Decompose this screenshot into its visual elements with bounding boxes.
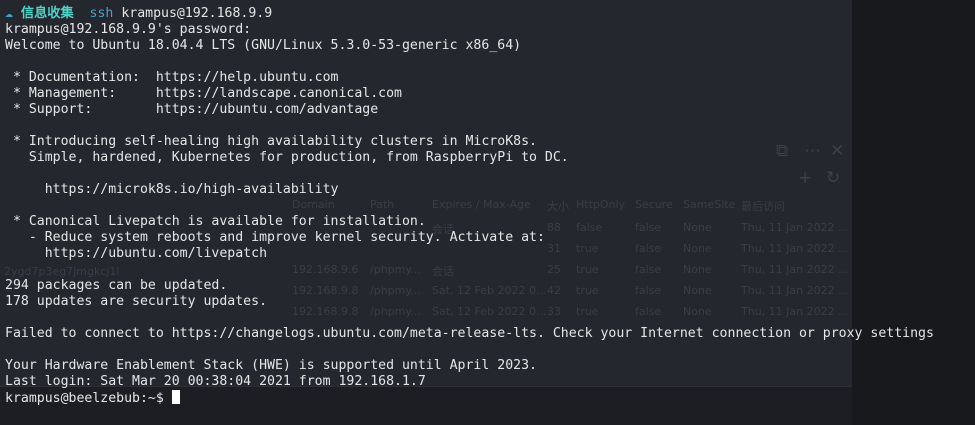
terminal-line: * Introducing self-healing high availabi…	[5, 134, 537, 149]
terminal-line: https://microk8s.io/high-availability	[5, 182, 339, 197]
terminal-line: 178 updates are security updates.	[5, 294, 268, 309]
screen: ⧉ ⋯ ✕ + ↻ Domain Path Expires / Max-Age 大小 H…	[0, 0, 975, 425]
terminal-line: * Canonical Livepatch is available for i…	[5, 214, 426, 229]
ssh-target: krampus@192.168.9.9	[121, 6, 273, 21]
terminal-title-line: ☁ 信息收集 ssh krampus@192.168.9.9	[5, 6, 975, 22]
terminal-line: * Documentation: https://help.ubuntu.com	[5, 70, 339, 85]
cloud-icon: ☁	[5, 6, 13, 21]
terminal-line: Last login: Sat Mar 20 00:38:04 2021 fro…	[5, 374, 426, 389]
text-cursor	[171, 390, 180, 404]
terminal-line: - Reduce system reboots and improve kern…	[5, 230, 545, 245]
tab-title[interactable]: 信息收集	[21, 6, 74, 21]
prompt-line[interactable]: krampus@beelzebub:~$	[5, 390, 975, 406]
terminal-line: * Support: https://ubuntu.com/advantage	[5, 102, 379, 117]
terminal-line: Your Hardware Enablement Stack (HWE) is …	[5, 358, 537, 373]
terminal-line: * Management: https://landscape.canonica…	[5, 86, 402, 101]
terminal-line: Simple, hardened, Kubernetes for product…	[5, 150, 569, 165]
terminal-line: krampus@192.168.9.9's password:	[5, 22, 252, 37]
terminal[interactable]: ☁ 信息收集 ssh krampus@192.168.9.9 krampus@1…	[5, 6, 975, 406]
terminal-line: 294 packages can be updated.	[5, 278, 228, 293]
terminal-line: Failed to connect to https://changelogs.…	[5, 326, 934, 341]
shell-prompt: krampus@beelzebub:~$	[5, 391, 172, 406]
terminal-line: Welcome to Ubuntu 18.04.4 LTS (GNU/Linux…	[5, 38, 522, 53]
terminal-line: https://ubuntu.com/livepatch	[5, 246, 268, 261]
ssh-command: ssh	[89, 6, 114, 21]
terminal-output: krampus@192.168.9.9's password: Welcome t…	[5, 22, 975, 390]
